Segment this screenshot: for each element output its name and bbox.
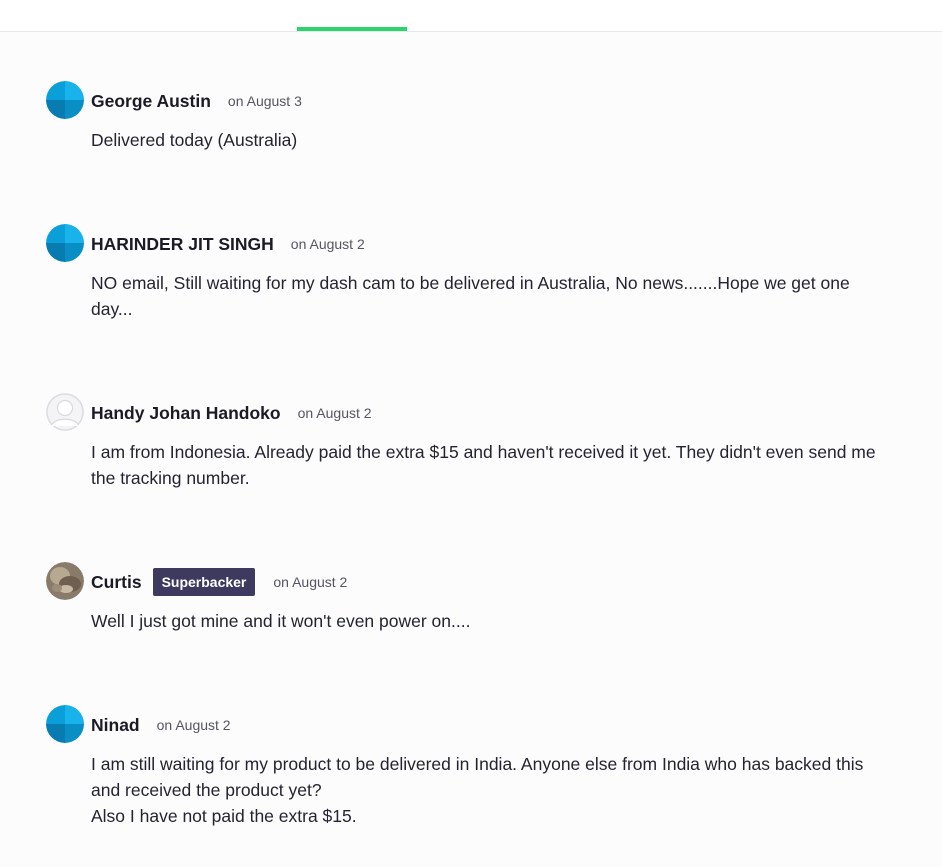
avatar[interactable] <box>46 562 84 600</box>
comment-text: Delivered today (Australia) <box>91 130 298 150</box>
comment-header: HARINDER JIT SINGH on August 2 <box>91 234 365 254</box>
comment-body: I am from Indonesia. Already paid the ex… <box>91 439 881 491</box>
comment-item: Ninad on August 2 I am still waiting for… <box>46 705 886 835</box>
comment-item: Curtis Superbacker on August 2 Well I ju… <box>46 562 886 642</box>
comment-text: I am from Indonesia. Already paid the ex… <box>91 442 876 488</box>
comment-header: George Austin on August 3 <box>91 91 302 111</box>
comment-text: NO email, Still waiting for my dash cam … <box>91 273 850 319</box>
author-name[interactable]: George Austin <box>91 91 211 112</box>
comment-text: Also I have not paid the extra $15. <box>91 806 357 826</box>
active-tab-indicator <box>297 27 407 31</box>
avatar[interactable] <box>46 393 84 431</box>
comment-body: Delivered today (Australia) <box>91 127 881 153</box>
avatar[interactable] <box>46 81 84 119</box>
author-name[interactable]: Handy Johan Handoko <box>91 403 281 424</box>
comment-header: Handy Johan Handoko on August 2 <box>91 403 372 423</box>
author-name[interactable]: HARINDER JIT SINGH <box>91 234 274 255</box>
avatar[interactable] <box>46 224 84 262</box>
comment-date[interactable]: on August 2 <box>291 236 365 252</box>
superbacker-badge: Superbacker <box>152 568 256 596</box>
comment-item: George Austin on August 3 Delivered toda… <box>46 81 886 161</box>
comment-item: HARINDER JIT SINGH on August 2 NO email,… <box>46 224 886 324</box>
comment-date[interactable]: on August 2 <box>298 405 372 421</box>
comment-date[interactable]: on August 3 <box>228 93 302 109</box>
comment-body: NO email, Still waiting for my dash cam … <box>91 270 881 322</box>
comment-body: I am still waiting for my product to be … <box>91 751 881 829</box>
comment-header: Ninad on August 2 <box>91 715 231 735</box>
avatar[interactable] <box>46 705 84 743</box>
comment-date[interactable]: on August 2 <box>157 717 231 733</box>
author-name[interactable]: Ninad <box>91 715 140 736</box>
comments-tab-bar <box>0 0 942 32</box>
comment-header: Curtis Superbacker on August 2 <box>91 568 347 596</box>
comment-item: Handy Johan Handoko on August 2 I am fro… <box>46 393 886 493</box>
author-name[interactable]: Curtis <box>91 572 142 593</box>
comment-body: Well I just got mine and it won't even p… <box>91 608 881 634</box>
comment-text: Well I just got mine and it won't even p… <box>91 611 471 631</box>
comment-date[interactable]: on August 2 <box>273 574 347 590</box>
comment-text: I am still waiting for my product to be … <box>91 754 864 800</box>
